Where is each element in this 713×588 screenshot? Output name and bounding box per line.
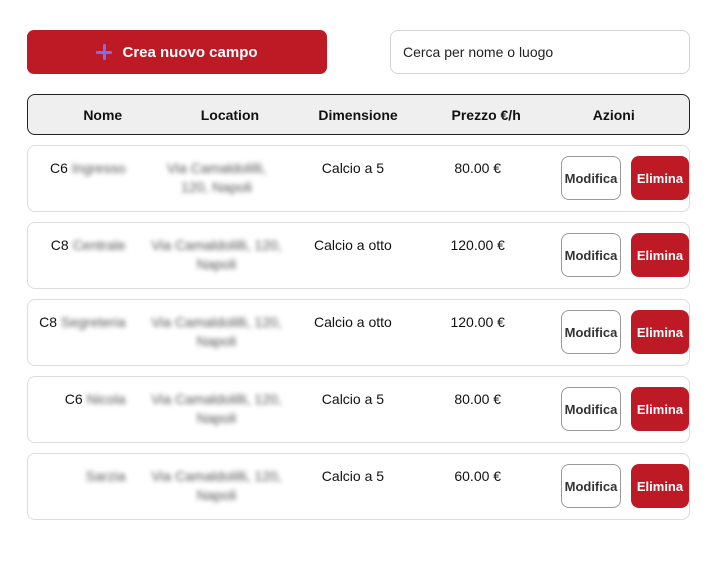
row-actions: Modifica Elimina (560, 223, 689, 277)
field-location: Via Camaldolilli, 120, Napoli (137, 300, 295, 351)
plus-icon (96, 44, 113, 60)
delete-button[interactable]: Elimina (630, 464, 689, 508)
field-name-prefix: C8 (39, 314, 57, 330)
field-price: 120.00 € (450, 237, 505, 253)
field-size: Calcio a 5 (321, 160, 385, 176)
edit-button[interactable]: Modifica (560, 387, 621, 431)
field-name-rest: Ingresso (71, 160, 126, 176)
field-location-line2: Napoli (196, 410, 237, 426)
edit-button[interactable]: Modifica (560, 464, 621, 508)
row-actions: Modifica Elimina (560, 146, 689, 200)
create-field-button[interactable]: Crea nuovo campo (27, 30, 327, 74)
table-row: C6 Ingresso Via Camaldolilli, 120, Napol… (27, 145, 690, 212)
table-row: C8 Centrale Via Camaldolilli, 120, Napol… (27, 222, 690, 289)
row-actions: Modifica Elimina (560, 454, 689, 508)
field-name: C6 Nicola (28, 377, 137, 409)
delete-button[interactable]: Elimina (630, 310, 689, 354)
table-header: Nome Location Dimensione Prezzo €/h Azio… (27, 94, 690, 135)
field-location-line2: Napoli (196, 487, 237, 503)
edit-button[interactable]: Modifica (560, 310, 621, 354)
table-row: C6 Nicola Via Camaldolilli, 120, Napoli … (27, 376, 690, 443)
delete-button[interactable]: Elimina (630, 387, 689, 431)
search-input[interactable] (390, 30, 690, 74)
field-location: Via Camaldolilli, 120, Napoli (137, 377, 295, 428)
field-location-line2: Napoli (196, 333, 237, 349)
field-location-line1: Via Camaldolilli, 120, (151, 237, 282, 253)
field-size: Calcio a 5 (321, 391, 385, 407)
field-name: C8 Segreteria (28, 300, 137, 332)
field-name: C8 Centrale (28, 223, 137, 255)
field-location: Via Camaldolilli, 120, Napoli (137, 223, 295, 274)
field-location: Via Camaldolilli, 120, Napoli (137, 146, 295, 197)
row-actions: Modifica Elimina (560, 377, 689, 431)
row-actions: Modifica Elimina (560, 300, 689, 354)
create-field-label: Crea nuovo campo (122, 43, 258, 61)
header-size: Dimensione (318, 106, 398, 123)
edit-button[interactable]: Modifica (560, 156, 621, 200)
table-row: C8 Segreteria Via Camaldolilli, 120, Nap… (27, 299, 690, 366)
field-name-prefix: C8 (50, 237, 69, 253)
header-price: Prezzo €/h (451, 106, 521, 123)
field-location-line1: Via Camaldolilli, 120, (151, 468, 282, 484)
field-size: Calcio a 5 (321, 468, 385, 484)
field-name-rest: Centrale (72, 237, 126, 253)
field-name-prefix: C6 (49, 160, 68, 176)
field-size: Calcio a otto (314, 314, 392, 330)
delete-button[interactable]: Elimina (630, 233, 689, 277)
field-name-prefix: C6 (64, 391, 83, 407)
edit-button[interactable]: Modifica (560, 233, 621, 277)
field-name: Sarzia (28, 454, 137, 486)
field-price: 80.00 € (454, 160, 502, 176)
field-location-line2: Napoli (196, 256, 237, 272)
header-location: Location (200, 106, 260, 123)
field-location-line1: Via Camaldolilli, 120, (151, 391, 282, 407)
field-price: 80.00 € (454, 391, 502, 407)
delete-button[interactable]: Elimina (630, 156, 689, 200)
field-price: 120.00 € (450, 314, 505, 330)
table-row: Sarzia Via Camaldolilli, 120, Napoli Cal… (27, 453, 690, 520)
field-name-rest: Sarzia (85, 468, 126, 484)
field-name-rest: Nicola (86, 391, 126, 407)
field-price: 60.00 € (454, 468, 502, 484)
field-name-rest: Segreteria (60, 314, 126, 330)
header-name: Nome (83, 106, 123, 123)
field-location: Via Camaldolilli, 120, Napoli (137, 454, 295, 505)
header-actions: Azioni (592, 106, 635, 123)
field-location-line1: Via Camaldolilli, 120, (151, 314, 282, 330)
field-location-line2: 120, Napoli (181, 179, 252, 195)
field-size: Calcio a otto (314, 237, 392, 253)
field-location-line1: Via Camaldolilli, (166, 160, 267, 176)
field-name: C6 Ingresso (28, 146, 137, 178)
